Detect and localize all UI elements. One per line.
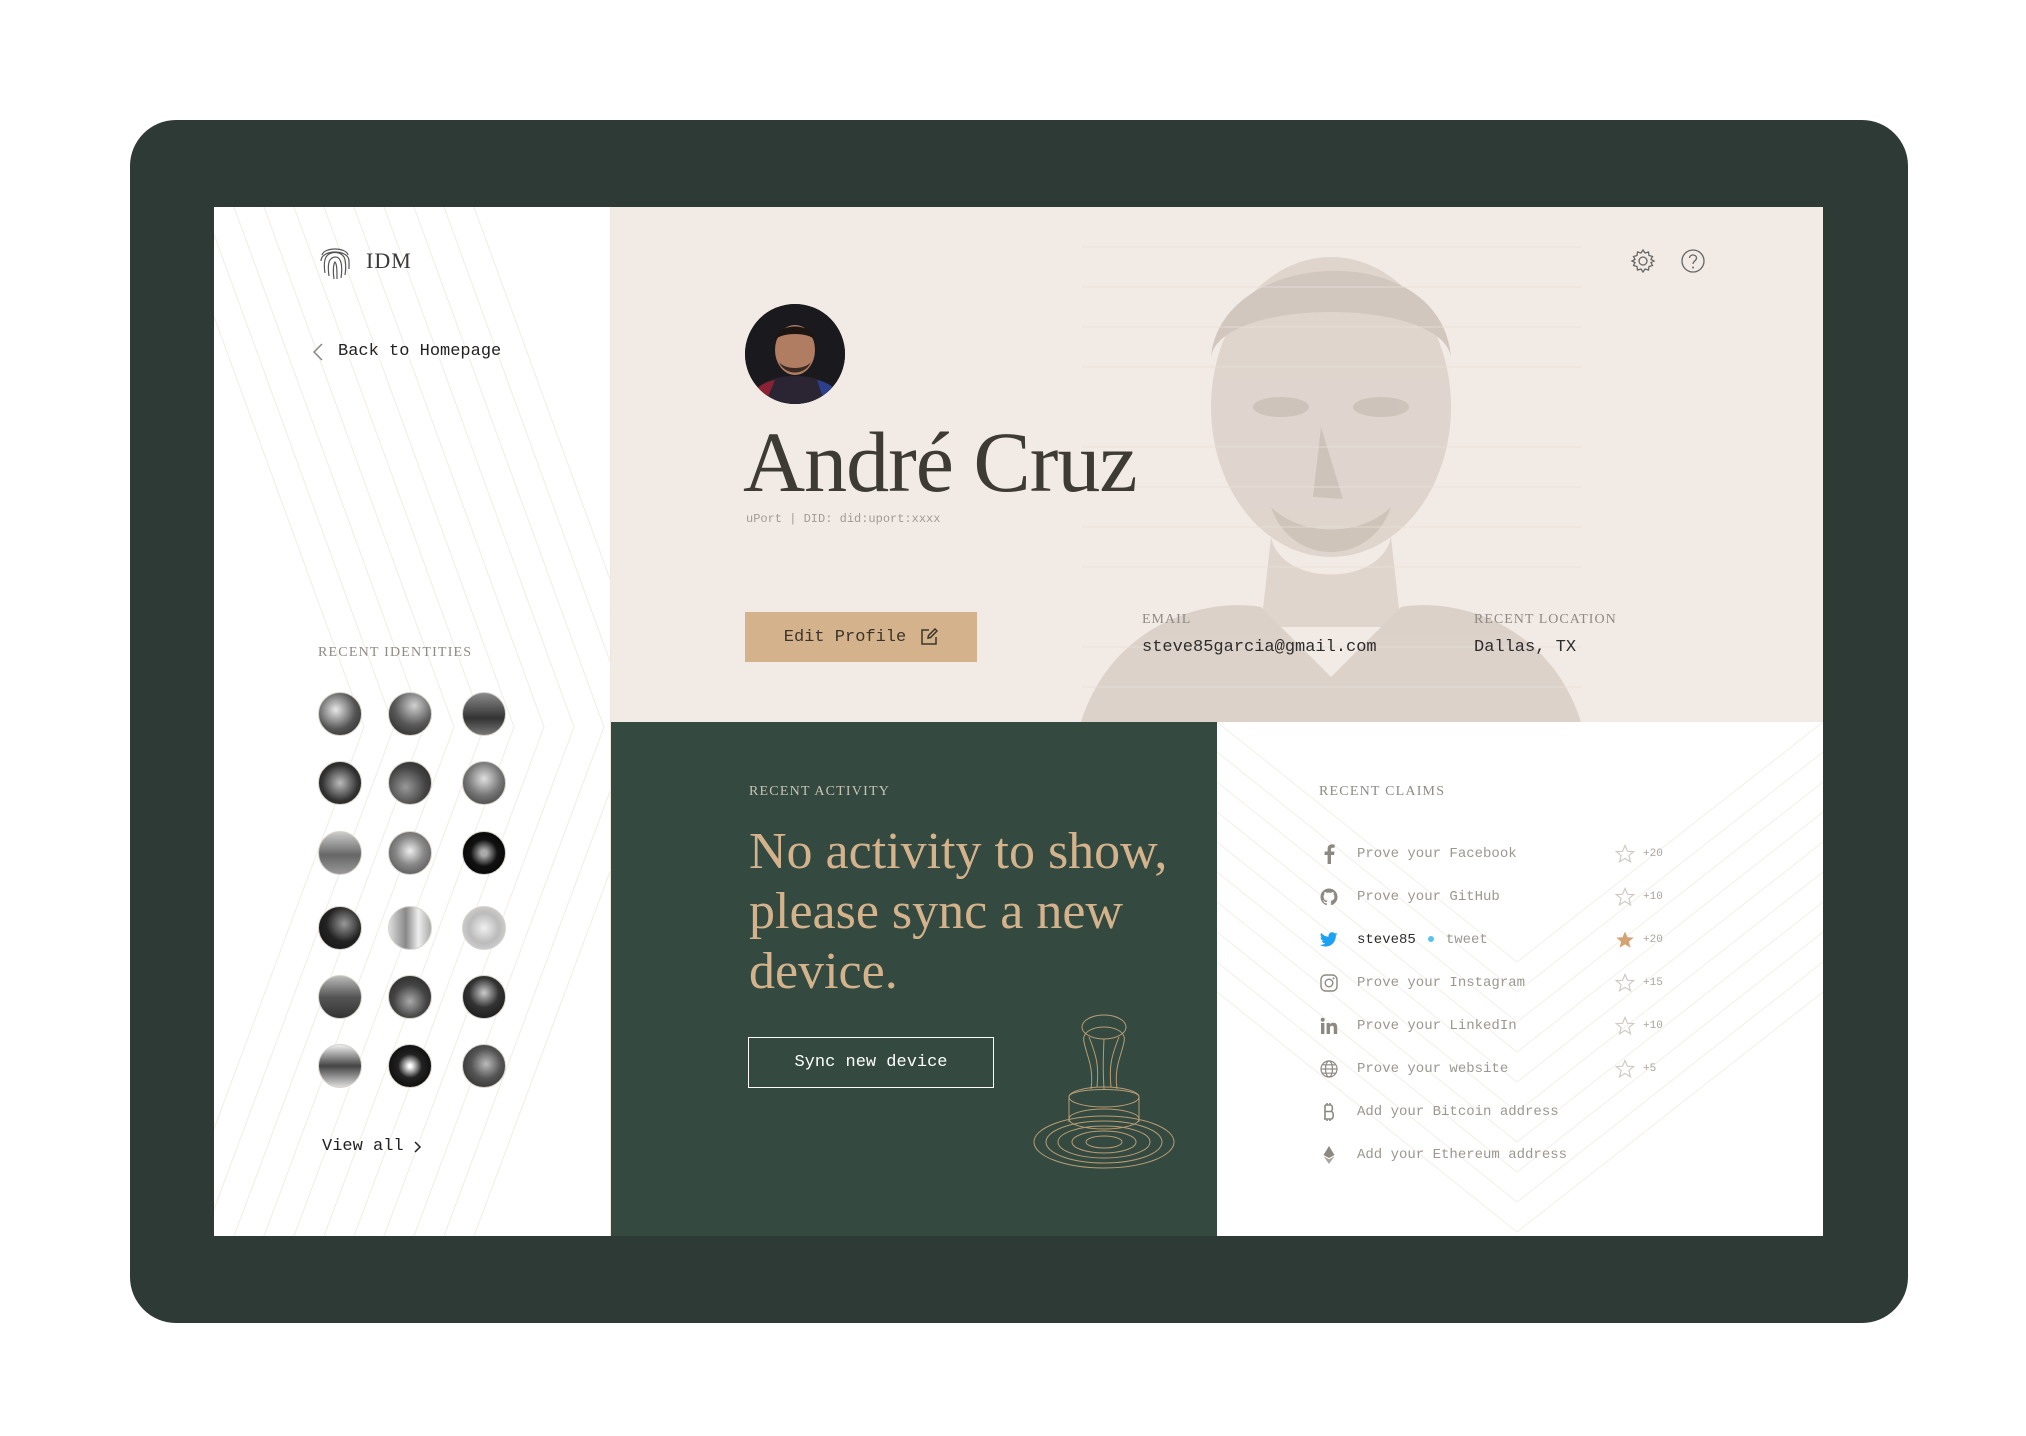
identity-avatar[interactable]	[318, 692, 362, 736]
back-to-homepage-link[interactable]: Back to Homepage	[312, 342, 501, 361]
recent-activity-heading: RECENT ACTIVITY	[749, 784, 891, 799]
location-field: RECENT LOCATION Dallas, TX	[1474, 612, 1617, 657]
twitter-claim-text: steve85 tweet	[1357, 932, 1488, 948]
tweet-link[interactable]: tweet	[1446, 932, 1488, 948]
identity-avatar[interactable]	[462, 906, 506, 950]
email-field: EMAIL steve85garcia@gmail.com	[1142, 612, 1377, 657]
edit-icon	[921, 628, 939, 645]
star-outline-icon[interactable]	[1615, 886, 1635, 907]
claim-label: Prove your Instagram	[1357, 974, 1526, 991]
chevron-right-icon	[414, 1140, 421, 1153]
profile-header: André Cruz uPort | DID: did:uport:xxxx E…	[611, 207, 1823, 722]
star-outline-icon[interactable]	[1615, 972, 1635, 993]
twitter-icon	[1319, 930, 1339, 950]
claim-points: +15	[1643, 976, 1663, 989]
separator-dot	[1427, 935, 1434, 942]
facebook-icon	[1319, 843, 1339, 864]
identity-avatar[interactable]	[318, 906, 362, 950]
identity-avatar[interactable]	[388, 975, 432, 1019]
sync-new-device-button[interactable]: Sync new device	[748, 1037, 994, 1088]
claim-linkedin[interactable]: Prove your LinkedIn +10	[1319, 1004, 1679, 1047]
profile-name: André Cruz	[743, 414, 1138, 510]
chevron-left-icon	[312, 342, 323, 361]
identity-avatar[interactable]	[462, 692, 506, 736]
edit-profile-label: Edit Profile	[783, 627, 907, 647]
star-outline-icon[interactable]	[1615, 1015, 1635, 1036]
claim-label: Prove your GitHub	[1357, 888, 1500, 905]
claim-facebook[interactable]: Prove your Facebook +20	[1319, 832, 1679, 875]
identity-avatar[interactable]	[388, 692, 432, 736]
claim-label: Add your Bitcoin address	[1357, 1103, 1559, 1120]
star-outline-icon[interactable]	[1615, 843, 1635, 864]
instagram-icon	[1319, 973, 1339, 993]
empty-activity-message: No activity to show, please sync a new d…	[749, 823, 1168, 1000]
claim-label: Prove your website	[1357, 1060, 1509, 1077]
claim-points: +20	[1643, 933, 1663, 946]
claim-points: +10	[1643, 890, 1663, 903]
identity-avatar[interactable]	[388, 831, 432, 875]
profile-photo	[745, 304, 845, 404]
identity-avatar[interactable]	[462, 831, 506, 875]
location-label: RECENT LOCATION	[1474, 612, 1617, 627]
profile-avatar[interactable]	[745, 304, 845, 404]
gear-icon	[1630, 248, 1656, 274]
linkedin-icon	[1319, 1016, 1339, 1036]
claim-label: Add your Ethereum address	[1357, 1146, 1568, 1163]
bitcoin-icon	[1319, 1102, 1339, 1122]
star-filled-icon[interactable]	[1615, 930, 1635, 950]
recent-identities-heading: RECENT IDENTITIES	[318, 645, 473, 660]
claims-list: Prove your Facebook +20 Prove your GitHu…	[1319, 832, 1679, 1176]
fingerprint-icon	[320, 248, 350, 280]
stamp-illustration	[1033, 1014, 1175, 1169]
claim-website[interactable]: Prove your website +5	[1319, 1047, 1679, 1090]
twitter-handle: steve85	[1357, 931, 1416, 948]
view-all-link[interactable]: View all	[322, 1137, 422, 1156]
recent-claims-panel: RECENT CLAIMS Prove your Facebook +20 Pr…	[1217, 722, 1823, 1236]
identity-avatar[interactable]	[388, 906, 432, 950]
email-value: steve85garcia@gmail.com	[1142, 638, 1377, 657]
claim-twitter[interactable]: steve85 tweet +20	[1319, 918, 1679, 961]
sync-button-label: Sync new device	[794, 1053, 948, 1072]
app-screen: IDM Back to Homepage RECENT IDENTITIES V…	[214, 207, 1823, 1236]
identity-avatar[interactable]	[318, 761, 362, 805]
view-all-label: View all	[322, 1137, 404, 1156]
edit-profile-button[interactable]: Edit Profile	[745, 612, 977, 662]
identity-avatar[interactable]	[318, 975, 362, 1019]
recent-identities-grid	[318, 692, 518, 1092]
star-outline-icon[interactable]	[1615, 1058, 1635, 1079]
claim-github[interactable]: Prove your GitHub +10	[1319, 875, 1679, 918]
github-icon	[1319, 887, 1339, 907]
logo-text: IDM	[366, 248, 412, 273]
settings-button[interactable]	[1629, 247, 1657, 275]
back-link-label: Back to Homepage	[338, 342, 502, 361]
ethereum-icon	[1319, 1145, 1339, 1165]
identity-avatar[interactable]	[388, 761, 432, 805]
claim-points: +5	[1643, 1062, 1657, 1075]
claim-label: Prove your Facebook	[1357, 845, 1517, 862]
recent-claims-heading: RECENT CLAIMS	[1319, 784, 1446, 799]
identity-avatar[interactable]	[462, 761, 506, 805]
identity-avatar[interactable]	[318, 1044, 362, 1088]
identity-avatar[interactable]	[318, 831, 362, 875]
claim-bitcoin[interactable]: Add your Bitcoin address	[1319, 1090, 1679, 1133]
help-icon	[1681, 249, 1705, 273]
claim-instagram[interactable]: Prove your Instagram +15	[1319, 961, 1679, 1004]
help-button[interactable]	[1679, 247, 1707, 275]
profile-did: uPort | DID: did:uport:xxxx	[746, 512, 941, 526]
identity-avatar[interactable]	[462, 1044, 506, 1088]
location-value: Dallas, TX	[1474, 638, 1577, 657]
app-logo[interactable]: IDM	[318, 241, 412, 281]
sidebar: IDM Back to Homepage RECENT IDENTITIES V…	[214, 207, 611, 1236]
header-actions	[1629, 247, 1707, 275]
email-label: EMAIL	[1142, 612, 1192, 627]
claim-ethereum[interactable]: Add your Ethereum address	[1319, 1133, 1679, 1176]
claim-points: +10	[1643, 1019, 1663, 1032]
identity-avatar[interactable]	[462, 975, 506, 1019]
claim-points: +20	[1643, 847, 1663, 860]
globe-icon	[1319, 1059, 1339, 1079]
identity-avatar[interactable]	[388, 1044, 432, 1088]
claim-label: Prove your LinkedIn	[1357, 1017, 1517, 1034]
recent-activity-panel: RECENT ACTIVITY No activity to show, ple…	[611, 722, 1217, 1236]
